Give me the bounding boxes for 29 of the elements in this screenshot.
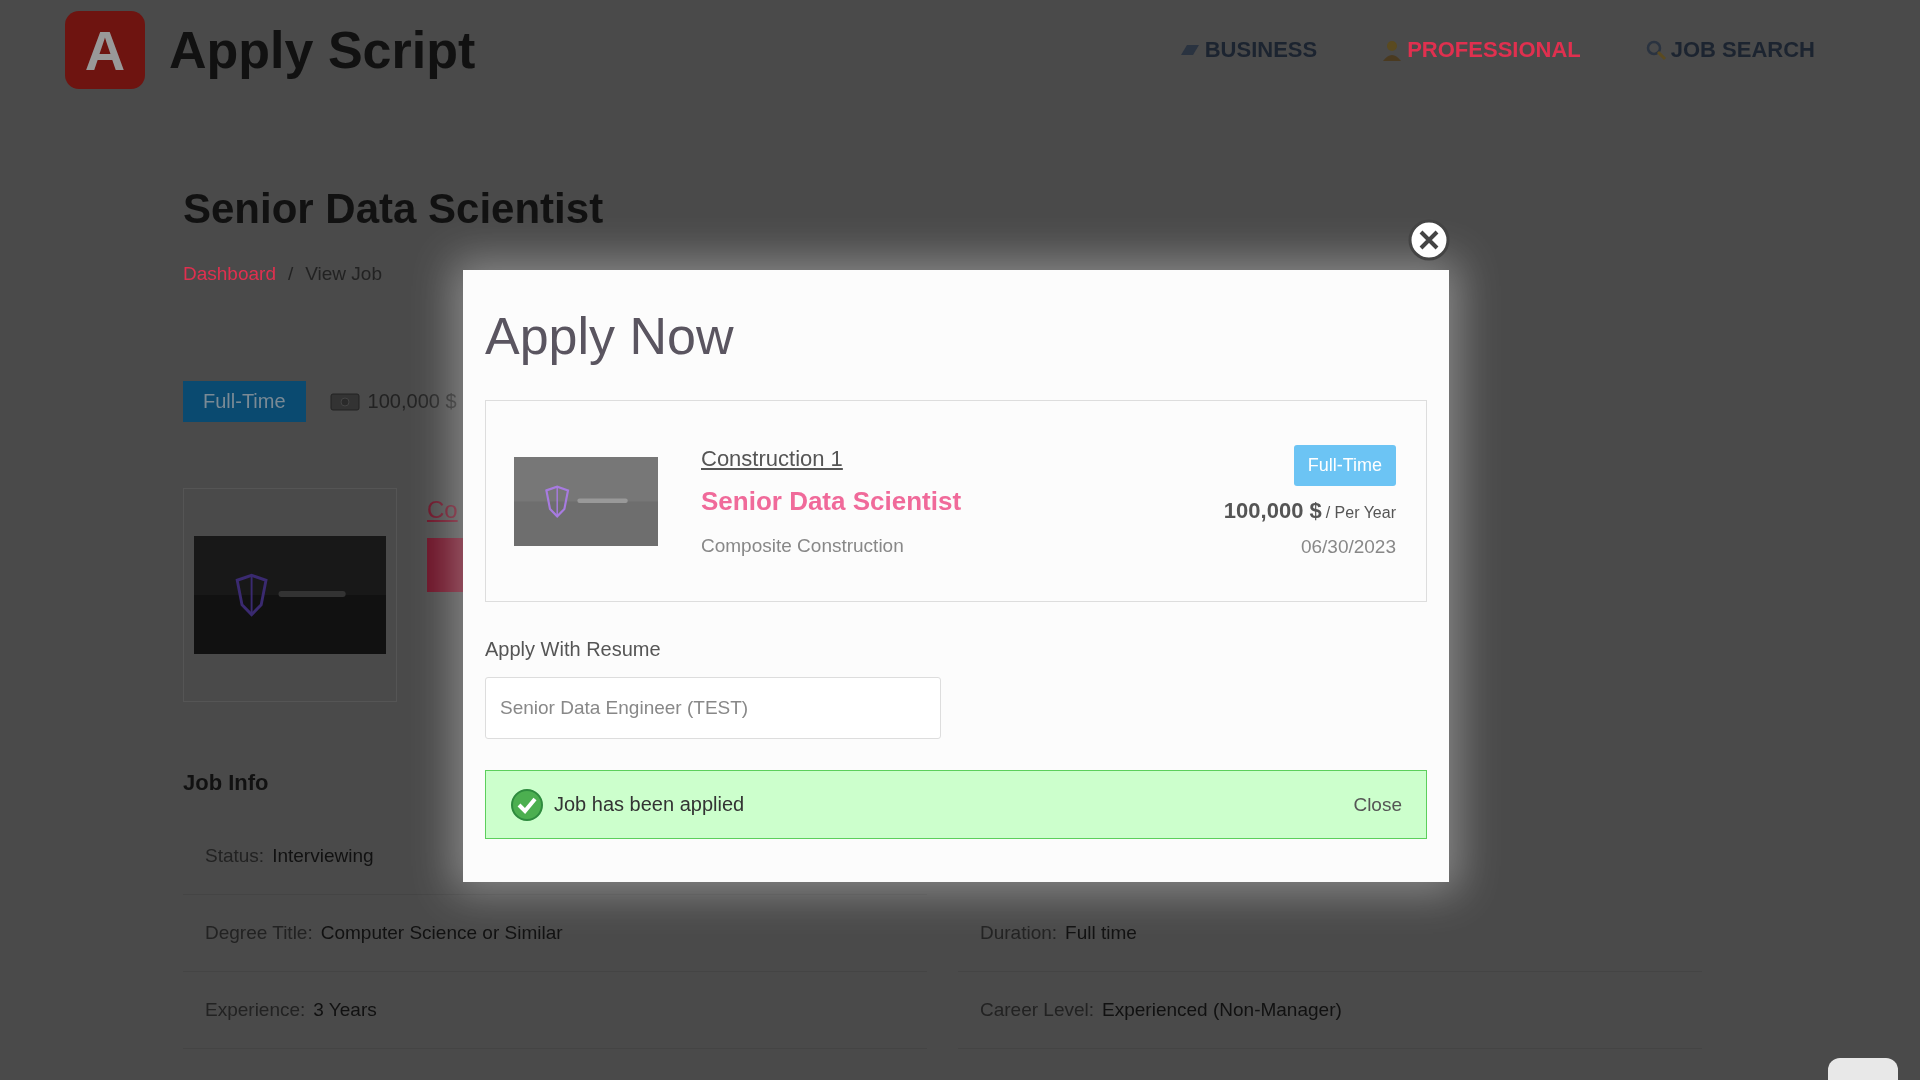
company-name: Composite Construction [701, 534, 905, 557]
section-heading: Job Info [183, 770, 270, 796]
check-icon [510, 787, 544, 822]
person-icon [1381, 39, 1404, 61]
field-value: Computer Science or Similar [320, 922, 563, 944]
job-type-badge: Full-Time [183, 381, 306, 422]
salary-text: 100,000 $ / Per Year [1223, 497, 1396, 524]
nav-link[interactable]: PROFESSIONAL [1381, 37, 1581, 63]
alert-message: Job has been applied [554, 793, 745, 816]
field-value: Full time [1065, 922, 1137, 944]
close-button[interactable]: Close [1353, 793, 1402, 816]
search-icon [1644, 39, 1667, 61]
close-icon[interactable] [1407, 218, 1451, 262]
breadcrumb-link[interactable]: Dashboard [183, 263, 276, 285]
app-logo[interactable]: A [65, 11, 145, 89]
job-title: Senior Data Scientist [701, 485, 962, 517]
company-link[interactable]: Construction 1 [701, 445, 962, 472]
brand-name: Apply Script [169, 20, 476, 80]
field-value: Interviewing [272, 845, 374, 867]
job-title: Senior Data Scientist [183, 185, 605, 233]
field-value: Experienced (Non-Manager) [1102, 999, 1342, 1021]
money-icon [329, 391, 360, 412]
modal-title: Apply Now [485, 306, 735, 366]
breadcrumb-separator: / [287, 263, 294, 285]
date-text: 06/30/2023 [1300, 535, 1396, 558]
field-value: 3 Years [313, 999, 377, 1021]
job-type-badge: Full-Time [1293, 444, 1396, 486]
field-label: Apply With Resume [485, 638, 662, 661]
resume-field[interactable]: Senior Data Engineer (TEST) [485, 677, 941, 739]
